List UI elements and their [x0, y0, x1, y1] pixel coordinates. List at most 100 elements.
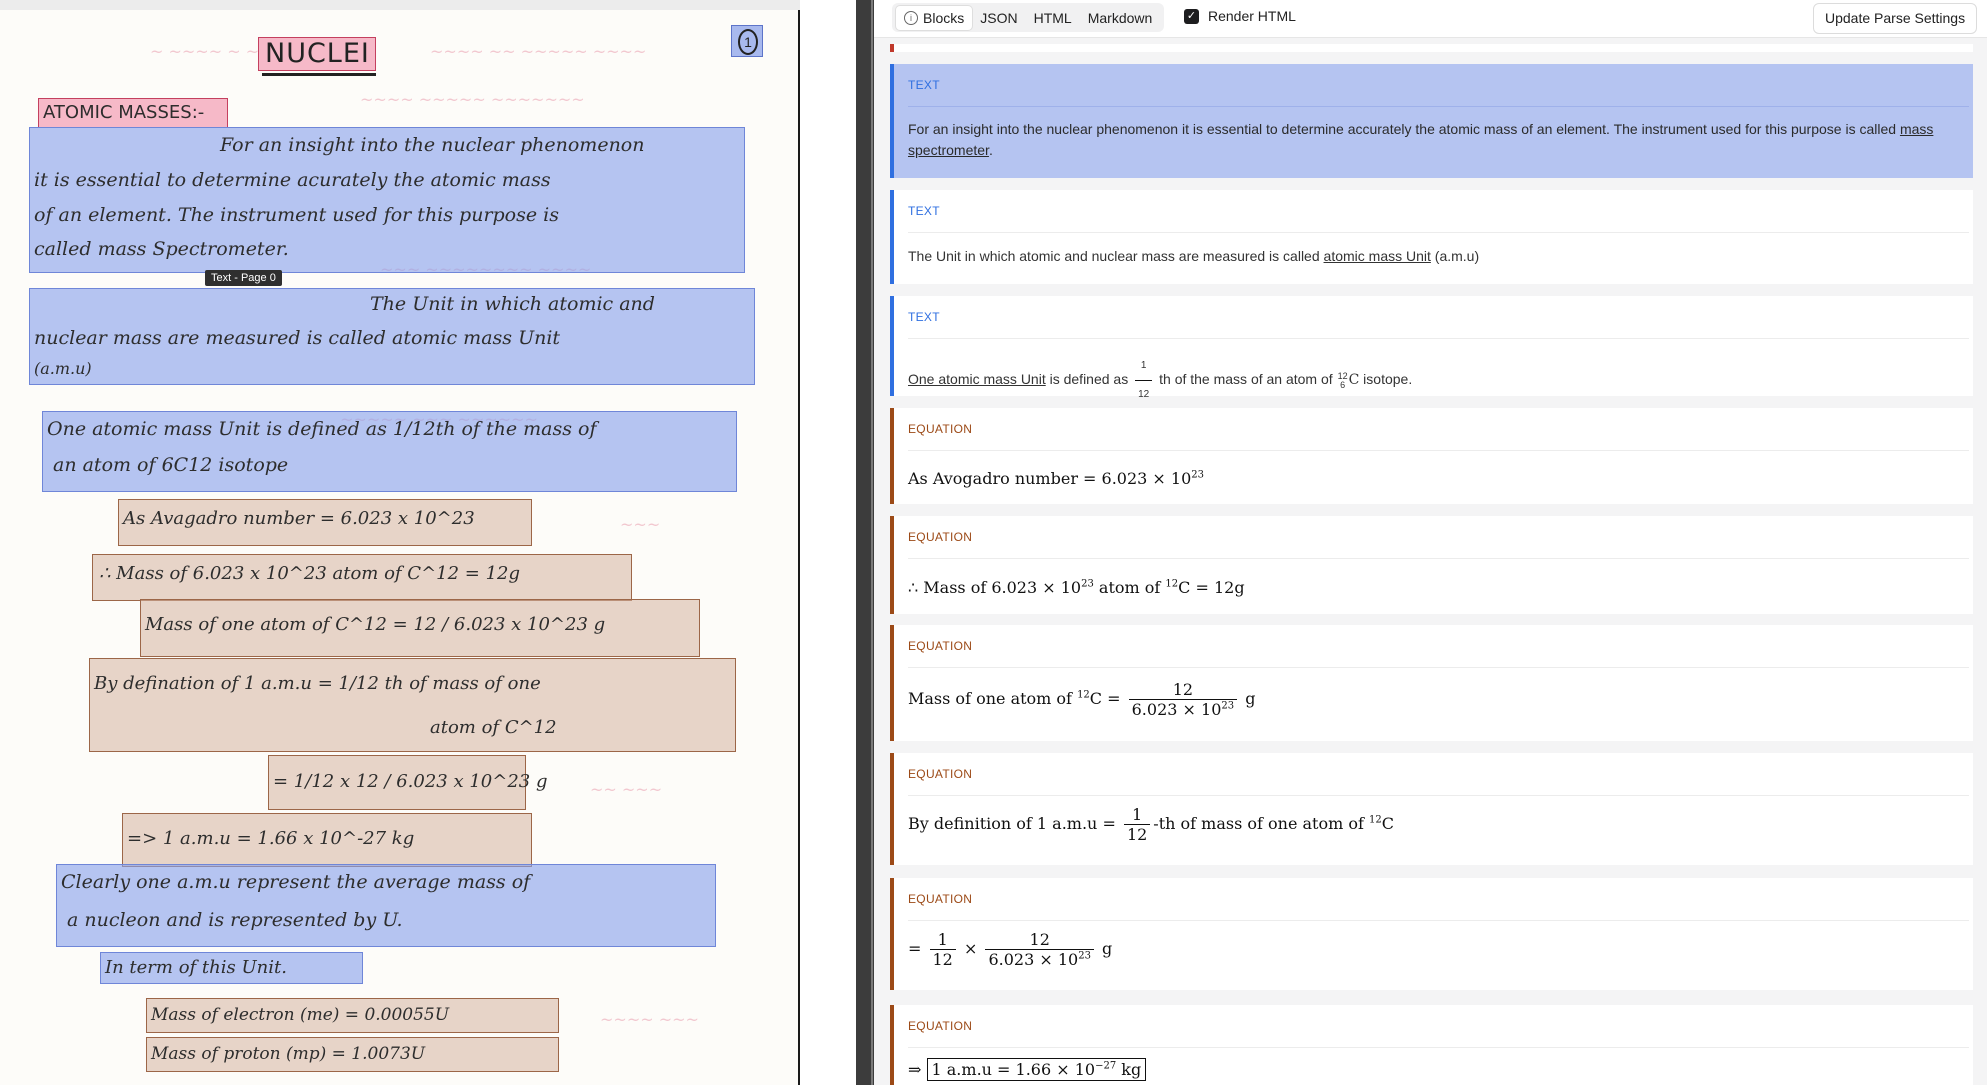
- text-block-5[interactable]: In term of this Unit.: [100, 952, 363, 984]
- underlined-term: atomic mass Unit: [1323, 248, 1431, 264]
- equation-content: As Avogadro number = 6.023 × 1023: [908, 469, 1204, 488]
- output-block-text[interactable]: TEXT One atomic mass Unit is defined as …: [890, 296, 1973, 400]
- checkmark-icon[interactable]: ✓: [1184, 8, 1199, 24]
- handwritten-line: Mass of proton (mp) = 1.0073U: [151, 1044, 426, 1064]
- handwritten-line: By defination of 1 a.m.u = 1/12 th of ma…: [94, 673, 541, 694]
- page-edge: [0, 0, 800, 10]
- handwritten-line: ∴ Mass of 6.023 x 10^23 atom of C^12 = 1…: [99, 563, 521, 584]
- handwritten-line: atom of C^12: [430, 717, 557, 738]
- math-text: kg: [1116, 1060, 1142, 1079]
- fraction-denominator: 12: [932, 950, 953, 969]
- parse-output-panel: i Blocks JSON HTML Markdown ✓ Render HTM…: [874, 0, 1987, 1085]
- math-text: C =: [1089, 689, 1121, 708]
- fraction-numerator: 12: [1128, 680, 1238, 700]
- handwritten-line: an atom of 6C12 isotope: [53, 454, 289, 476]
- output-toolbar: i Blocks JSON HTML Markdown ✓ Render HTM…: [874, 0, 1987, 38]
- isotope-atomic-number: 6: [1340, 379, 1346, 390]
- block-text: For an insight into the nuclear phenomen…: [908, 121, 1900, 137]
- output-block-equation[interactable]: EQUATION As Avogadro number = 6.023 × 10…: [890, 408, 1973, 504]
- block-type-label: TEXT: [908, 204, 940, 218]
- tab-label: HTML: [1033, 9, 1072, 26]
- text-block-4[interactable]: Clearly one a.m.u represent the average …: [56, 864, 716, 947]
- math-superscript: −27: [1095, 1060, 1117, 1072]
- math-text: g: [1102, 939, 1113, 958]
- block-type-label: EQUATION: [908, 1019, 973, 1033]
- block-content: For an insight into the nuclear phenomen…: [908, 119, 1948, 161]
- block-type-label: EQUATION: [908, 892, 973, 906]
- bleed-through-text: ~~~~ ~~~: [600, 1010, 699, 1029]
- output-block-equation[interactable]: EQUATION ⇒ 1 a.m.u = 1.66 × 10−27 kg: [890, 1005, 1973, 1085]
- scanned-page: ~ ~~~~ ~ ~~~~~ ~~~~ ~~ ~~~~~ ~~~~ ~~~~ ~…: [0, 10, 800, 1085]
- render-html-label: Render HTML: [1208, 8, 1296, 24]
- tab-label: Markdown: [1087, 9, 1153, 26]
- tab-html[interactable]: HTML: [1026, 6, 1080, 30]
- block-type-label: TEXT: [908, 78, 940, 92]
- output-block-equation[interactable]: EQUATION Mass of one atom of 12C = 12 6.0…: [890, 625, 1973, 741]
- underlined-term: One atomic mass Unit: [908, 371, 1046, 388]
- block-content: The Unit in which atomic and nuclear mas…: [908, 246, 1948, 267]
- math-text: g: [1245, 689, 1256, 708]
- block-separator: [908, 795, 1969, 796]
- math-superscript: 12: [1369, 814, 1382, 826]
- output-block-equation[interactable]: EQUATION By definition of 1 a.m.u = 1 12-…: [890, 753, 1973, 865]
- block-separator: [908, 450, 1969, 451]
- equation-block-3[interactable]: Mass of one atom of C^12 = 12 / 6.023 x …: [140, 599, 700, 657]
- bleed-through-text: ~~~~ ~~ ~~~~~ ~~~~: [430, 42, 647, 61]
- tab-json[interactable]: JSON: [972, 6, 1025, 30]
- panel-divider-handle[interactable]: [871, 0, 873, 1085]
- math-operator: ×: [963, 939, 978, 958]
- handwritten-line: In term of this Unit.: [105, 957, 287, 978]
- page-title: NUCLEI: [265, 38, 370, 69]
- block-text: The Unit in which atomic and nuclear mas…: [908, 248, 1324, 264]
- output-block-text[interactable]: TEXT For an insight into the nuclear phe…: [890, 64, 1973, 178]
- handwritten-line: Mass of electron (me) = 0.00055U: [151, 1005, 450, 1025]
- title-block[interactable]: NUCLEI: [258, 37, 376, 71]
- equation-block-2[interactable]: ∴ Mass of 6.023 x 10^23 atom of C^12 = 1…: [92, 554, 632, 601]
- text-block-2[interactable]: The Unit in which atomic and nuclear mas…: [29, 288, 755, 385]
- render-html-toggle[interactable]: ✓ Render HTML: [1184, 8, 1296, 24]
- fraction-denominator: 6.023 × 10: [1131, 700, 1222, 719]
- fraction-denominator: 12: [1126, 825, 1148, 844]
- equation-block-7[interactable]: Mass of electron (me) = 0.00055U: [146, 998, 559, 1033]
- bleed-through-text: ~~~: [620, 515, 661, 534]
- block-type-label: EQUATION: [908, 530, 973, 544]
- block-text: is defined as: [1045, 371, 1133, 388]
- block-text: th of the mass of an atom of: [1155, 371, 1337, 388]
- handwritten-line: The Unit in which atomic and: [370, 293, 655, 315]
- math-text: By definition of 1 a.m.u =: [908, 814, 1116, 833]
- section-header-text: ATOMIC MASSES:-: [43, 102, 205, 123]
- block-separator: [908, 106, 1969, 107]
- math-superscript: 23: [1081, 578, 1094, 590]
- output-block-text[interactable]: TEXT The Unit in which atomic and nuclea…: [890, 190, 1973, 284]
- text-block-3[interactable]: One atomic mass Unit is defined as 1/12t…: [42, 411, 737, 492]
- equation-block-8[interactable]: Mass of proton (mp) = 1.0073U: [146, 1037, 559, 1072]
- block-text: .: [988, 142, 993, 158]
- equation-block-1[interactable]: As Avagadro number = 6.023 x 10^23: [118, 499, 532, 546]
- equation-block-6[interactable]: => 1 a.m.u = 1.66 x 10^-27 kg: [122, 813, 532, 867]
- update-parse-settings-button[interactable]: Update Parse Settings: [1813, 3, 1978, 34]
- page-number-badge[interactable]: 1: [731, 25, 763, 57]
- tab-markdown[interactable]: Markdown: [1080, 6, 1161, 30]
- equation-block-4[interactable]: By defination of 1 a.m.u = 1/12 th of ma…: [89, 658, 736, 752]
- bleed-through-text: ~~~~ ~~~~~ ~~~~~~~: [360, 90, 585, 109]
- block-type-label: TEXT: [908, 310, 940, 324]
- math-text: 1 a.m.u = 1.66 × 10: [931, 1060, 1096, 1079]
- equation-content: Mass of one atom of 12C = 12 6.023 × 1023…: [908, 680, 1255, 719]
- output-block-equation[interactable]: EQUATION = 1 12 × 12 6.023 × 1023 g: [890, 878, 1973, 990]
- output-block-equation[interactable]: EQUATION ∴ Mass of 6.023 × 1023 atom of …: [890, 516, 1973, 614]
- math-text: -th of mass of one atom of: [1153, 814, 1370, 833]
- title-underline: [262, 73, 376, 76]
- block-separator: [908, 558, 1969, 559]
- section-header-block[interactable]: ATOMIC MASSES:-: [38, 98, 228, 128]
- math-text: C: [1381, 814, 1394, 833]
- block-type-label: EQUATION: [908, 639, 973, 653]
- block-text: isotope.: [1359, 371, 1413, 388]
- math-text: As Avogadro number = 6.023 × 10: [908, 469, 1192, 488]
- tab-blocks[interactable]: i Blocks: [896, 5, 973, 30]
- text-block-1[interactable]: For an insight into the nuclear phenomen…: [29, 127, 745, 273]
- handwritten-line: = 1/12 x 12 / 6.023 x 10^23 g: [273, 771, 548, 792]
- equation-block-5[interactable]: = 1/12 x 12 / 6.023 x 10^23 g: [268, 755, 548, 810]
- block-separator: [908, 667, 1969, 668]
- page-number: 1: [738, 29, 758, 55]
- math-text: ⇒: [908, 1060, 922, 1079]
